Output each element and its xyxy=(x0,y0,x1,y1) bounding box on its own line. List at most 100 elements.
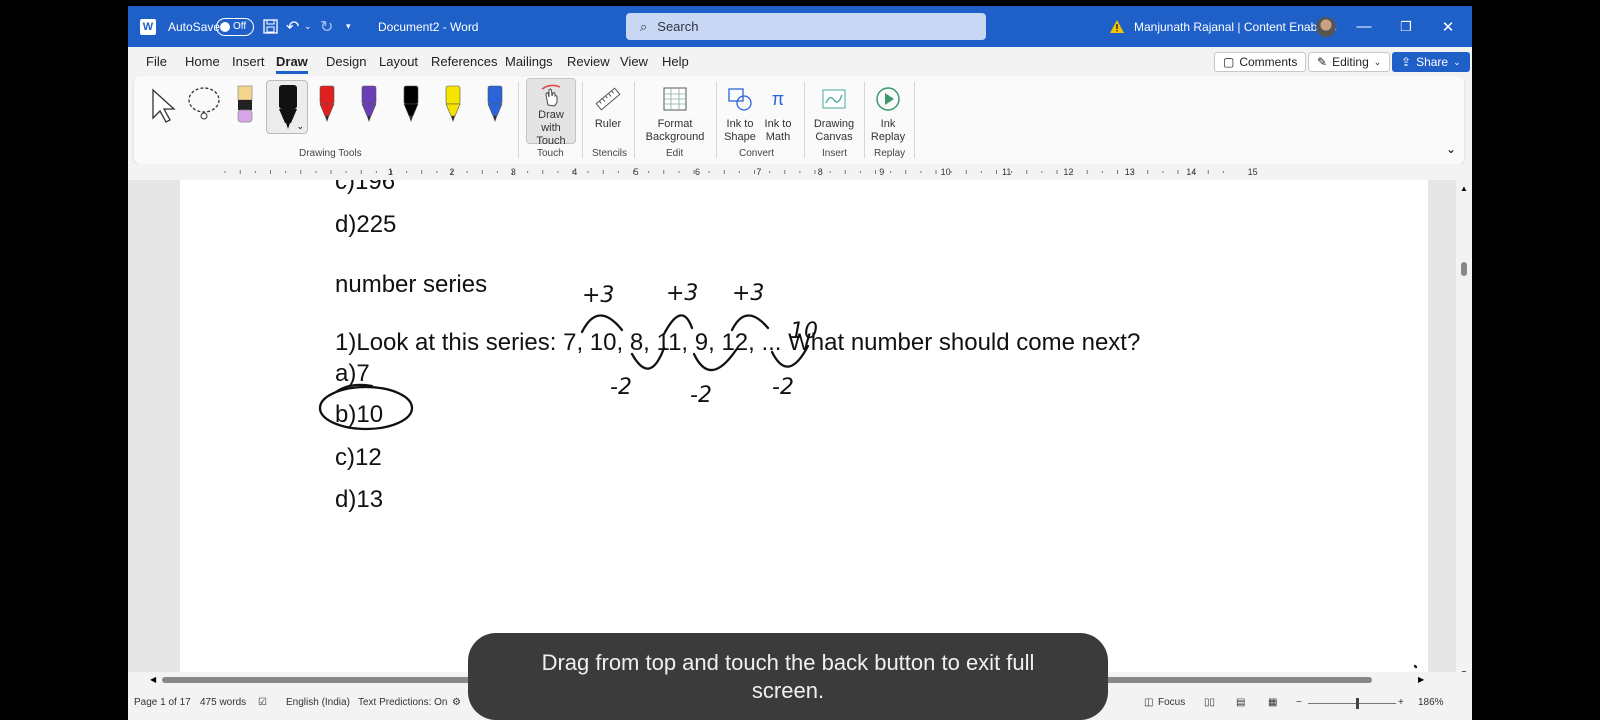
ink-to-shape-label: Ink to Shape xyxy=(724,118,756,143)
tab-help[interactable]: Help xyxy=(662,54,689,69)
minimize-button[interactable]: — xyxy=(1344,6,1384,47)
scroll-right-icon[interactable]: ▶ xyxy=(1418,675,1424,684)
autosave-state: Off xyxy=(233,21,247,32)
ruler-number: 3 xyxy=(511,167,516,177)
share-button[interactable]: ⇪ Share ⌄ xyxy=(1392,52,1470,72)
format-background-button[interactable]: Format Background xyxy=(640,76,710,144)
zoom-in-icon[interactable]: + xyxy=(1398,697,1404,708)
pen-black-selected[interactable]: ⌄ xyxy=(266,80,308,134)
print-layout-icon[interactable]: ▤ xyxy=(1236,697,1245,708)
focus-label[interactable]: Focus xyxy=(1158,697,1185,708)
close-button[interactable]: ✕ xyxy=(1428,6,1468,47)
tab-review[interactable]: Review xyxy=(567,54,610,69)
tab-file[interactable]: File xyxy=(146,54,167,69)
pen-red[interactable] xyxy=(316,84,338,124)
vertical-scrollbar[interactable]: ▲ ▼ xyxy=(1456,180,1472,680)
ink-arc-top-3 xyxy=(730,314,770,332)
ink-plus-3: +3 xyxy=(732,281,764,306)
focus-icon[interactable]: ◫ xyxy=(1144,697,1153,708)
pen-blue-galaxy[interactable] xyxy=(484,84,506,124)
collapse-ribbon-icon[interactable]: ⌄ xyxy=(1446,142,1456,156)
ink-to-math-button[interactable]: π Ink to Math xyxy=(758,76,798,144)
accessibility-icon[interactable]: ⚙ xyxy=(452,697,461,708)
tab-references[interactable]: References xyxy=(431,54,497,69)
tab-home[interactable]: Home xyxy=(185,54,220,69)
draw-with-touch-button[interactable]: Draw with Touch xyxy=(526,78,576,147)
chevron-down-icon: ⌄ xyxy=(1373,56,1382,67)
ink-dot xyxy=(1413,664,1418,669)
search-box[interactable]: ⌕ Search xyxy=(626,13,986,40)
zoom-out-icon[interactable]: − xyxy=(1296,697,1302,708)
ruler-number: 8 xyxy=(818,167,823,177)
editing-mode-button[interactable]: ✎ Editing ⌄ xyxy=(1308,52,1391,72)
tab-design[interactable]: Design xyxy=(326,54,366,69)
draw-with-touch-label: Draw with Touch xyxy=(536,109,566,147)
ink-arc-bottom-3 xyxy=(770,344,810,368)
format-background-icon xyxy=(658,82,692,116)
page-count[interactable]: Page 1 of 17 xyxy=(134,697,191,708)
highlighter-yellow[interactable] xyxy=(442,84,464,124)
zoom-slider-track[interactable] xyxy=(1308,703,1396,704)
undo-dropdown-icon[interactable]: ⌄ xyxy=(304,6,312,47)
tab-draw[interactable]: Draw xyxy=(276,54,308,74)
user-name[interactable]: Manjunath Rajanal | Content Enablers xyxy=(1134,6,1337,47)
horizontal-ruler[interactable]: 1 2 3 4 5 6 7 8 9 10 11 12 13 14 15 xyxy=(128,164,1472,180)
pen-purple[interactable] xyxy=(358,84,380,124)
customize-qat-icon[interactable]: ▾ xyxy=(346,6,351,47)
proofing-icon[interactable]: ☑ xyxy=(258,697,267,708)
pen-icon xyxy=(361,85,377,122)
ruler-number: 13 xyxy=(1125,167,1135,177)
chevron-down-icon: ⌄ xyxy=(1453,56,1461,67)
document-page[interactable]: c)196 d)225 number series 1)Look at this… xyxy=(180,180,1428,680)
format-background-label: Format Background xyxy=(645,118,705,143)
web-layout-icon[interactable]: ▦ xyxy=(1268,697,1277,708)
ruler-number: 12 xyxy=(1063,167,1073,177)
search-icon: ⌕ xyxy=(640,18,648,34)
scroll-up-icon[interactable]: ▲ xyxy=(1460,184,1468,193)
ink-arc-top-1 xyxy=(580,314,624,334)
undo-icon[interactable]: ↶ xyxy=(286,6,299,47)
comments-label: Comments xyxy=(1239,55,1298,69)
warning-icon[interactable] xyxy=(1110,6,1124,47)
ink-replay-label: Ink Replay xyxy=(870,118,906,143)
group-convert: Convert xyxy=(739,148,775,159)
lasso-select-icon[interactable] xyxy=(186,84,222,129)
language-status[interactable]: English (India) xyxy=(286,697,350,708)
save-icon[interactable] xyxy=(263,6,278,47)
touch-hand-icon xyxy=(534,81,568,107)
select-pointer-icon[interactable] xyxy=(150,88,178,129)
pen-icon xyxy=(403,85,419,122)
ink-circle-answer-b xyxy=(318,385,414,431)
tab-insert[interactable]: Insert xyxy=(232,54,265,69)
tab-layout[interactable]: Layout xyxy=(379,54,418,69)
eraser-icon[interactable] xyxy=(234,84,256,124)
autosave-toggle[interactable]: Off xyxy=(216,6,254,47)
zoom-level[interactable]: 186% xyxy=(1418,697,1444,708)
ruler-button[interactable]: Ruler xyxy=(588,76,628,130)
drawing-canvas-label: Drawing Canvas xyxy=(813,118,855,143)
read-mode-icon[interactable]: ▯▯ xyxy=(1204,697,1215,708)
drawing-canvas-button[interactable]: Drawing Canvas xyxy=(810,76,858,144)
comment-icon: ▢ xyxy=(1223,55,1235,69)
scroll-left-icon[interactable]: ◀ xyxy=(150,675,156,684)
ruler-number: 4 xyxy=(572,167,577,177)
user-avatar[interactable] xyxy=(1316,6,1336,47)
ink-minus-3: -2 xyxy=(772,375,794,400)
ink-annotations[interactable]: +3 +3 +3 -2 -2 -2 10 xyxy=(180,180,1428,680)
tab-view[interactable]: View xyxy=(620,54,648,69)
word-window: W AutoSave Off ↶ ⌄ ↻ ▾ Document2 - Word … xyxy=(128,6,1472,720)
comments-button[interactable]: ▢ Comments xyxy=(1214,52,1307,72)
word-app-icon[interactable]: W xyxy=(140,6,156,47)
title-bar: W AutoSave Off ↶ ⌄ ↻ ▾ Document2 - Word … xyxy=(128,6,1472,47)
search-placeholder: Search xyxy=(657,19,699,34)
ink-replay-button[interactable]: Ink Replay xyxy=(868,76,908,144)
redo-icon[interactable]: ↻ xyxy=(320,6,333,47)
ink-to-shape-button[interactable]: Ink to Shape xyxy=(720,76,760,144)
text-predictions-status[interactable]: Text Predictions: On xyxy=(358,697,447,708)
vertical-scroll-thumb[interactable] xyxy=(1461,262,1467,276)
pen-black-pencil[interactable] xyxy=(400,84,422,124)
tab-mailings[interactable]: Mailings xyxy=(505,54,553,69)
restore-button[interactable]: ❐ xyxy=(1386,6,1426,47)
word-count[interactable]: 475 words xyxy=(200,697,246,708)
zoom-slider-thumb[interactable] xyxy=(1356,698,1359,709)
